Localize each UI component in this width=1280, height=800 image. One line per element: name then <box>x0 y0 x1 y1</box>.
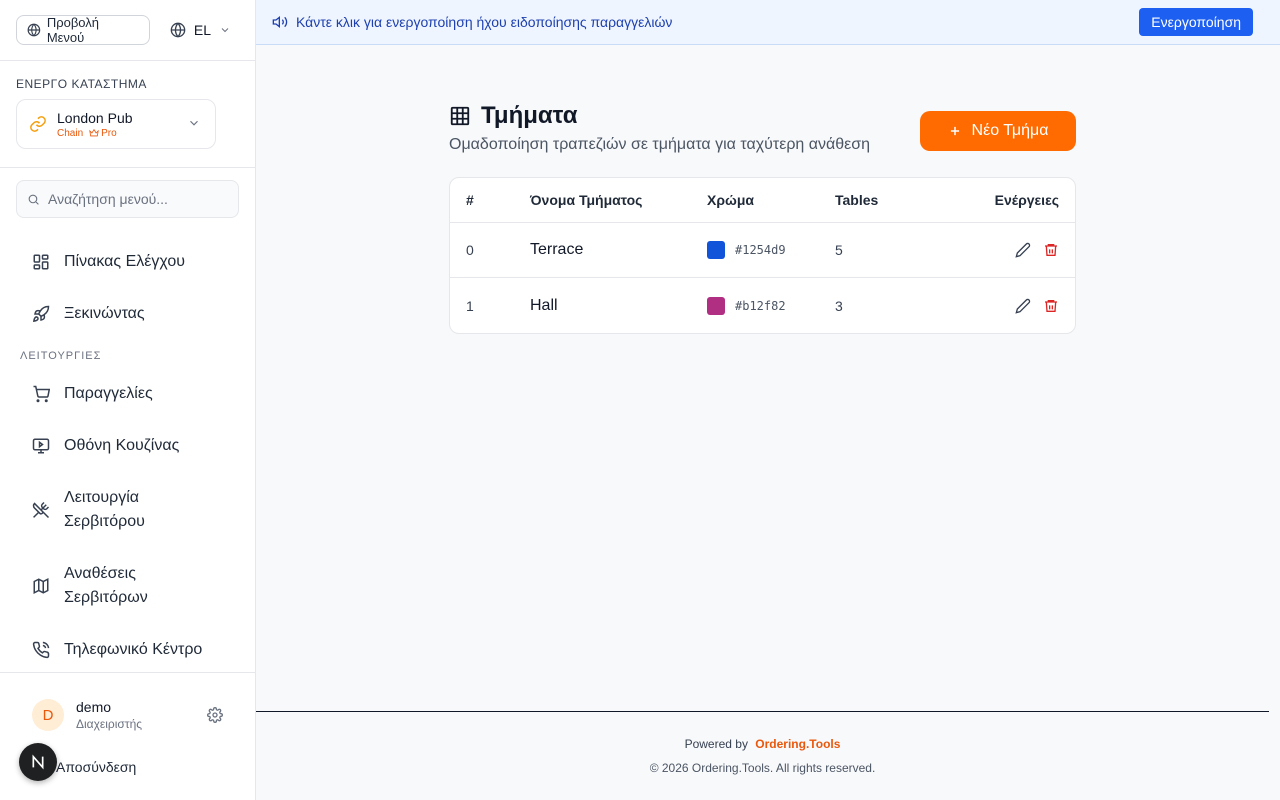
row-color: #b12f82 <box>707 296 835 315</box>
sidebar: Προβολή Μενού EL ΕΝΕΡΓΟ ΚΑΤΑΣΤΗΜΑ London… <box>0 0 256 800</box>
monitor-icon <box>32 438 50 454</box>
link-icon <box>30 116 46 132</box>
color-hex: #1254d9 <box>735 243 786 257</box>
table-row: 1 Hall #b12f82 3 <box>450 278 1075 333</box>
logout-button[interactable]: Αποσύνδεση <box>56 759 136 775</box>
menu-search <box>16 180 239 218</box>
gear-icon[interactable] <box>207 707 223 723</box>
globe-icon <box>27 23 41 37</box>
language-label: EL <box>193 22 211 38</box>
table-grid-icon <box>450 106 470 126</box>
menu-view-label: Προβολή Μενού <box>46 15 100 45</box>
sidebar-item-label: Οθόνη Κουζίνας <box>64 437 180 454</box>
store-tag-chain: Chain <box>57 127 84 139</box>
store-tag-pro: Pro <box>101 127 117 139</box>
row-name: Terrace <box>530 241 584 258</box>
store-selector[interactable]: London Pub Chain Pro <box>16 99 216 149</box>
color-hex: #b12f82 <box>735 298 786 313</box>
store-tag-pro-wrap: Pro <box>89 128 117 139</box>
nav-section-label: ΛΕΙΤΟΥΡΓΙΕΣ <box>20 350 102 362</box>
row-tables: 5 <box>835 242 843 258</box>
user-name: demo <box>76 699 112 715</box>
sidebar-item-label: Ξεκινώντας <box>64 305 145 322</box>
sidebar-item-waiter-mode[interactable]: Λειτουργία Σερβιτόρου <box>0 472 255 548</box>
powered-by-text: Powered by <box>684 737 748 751</box>
row-num: 0 <box>466 242 474 258</box>
store-name: London Pub <box>57 109 133 126</box>
header-actions: Ενέργειες <box>994 192 1059 208</box>
sidebar-item-label: Τηλεφωνικό Κέντρο <box>64 641 203 658</box>
search-input[interactable] <box>48 191 228 207</box>
sidebar-item-label: Αναθέσεις <box>64 565 136 582</box>
sidebar-item-call-center[interactable]: Τηλεφωνικό Κέντρο <box>0 624 255 676</box>
sidebar-item-label: Παραγγελίες <box>64 385 153 402</box>
store-tags: Chain Pro <box>57 128 133 139</box>
sidebar-item-orders[interactable]: Παραγγελίες <box>0 368 255 420</box>
sidebar-item-label: Σερβιτόρου <box>64 513 145 530</box>
footer-powered: Powered by Ordering.Tools <box>256 737 1269 751</box>
language-selector[interactable]: EL <box>162 15 239 45</box>
new-section-label: Νέο Τμήμα <box>971 122 1049 139</box>
header-color: Χρώμα <box>707 192 754 208</box>
dashboard-icon <box>33 254 49 270</box>
sound-notification-banner: Κάντε κλικ για ενεργοποίηση ήχου ειδοποί… <box>256 0 1280 45</box>
row-actions <box>955 242 1075 258</box>
crown-icon <box>89 128 99 137</box>
sections-table: # Όνομα Τμήματος Χρώμα Tables Ενέργειες … <box>449 177 1076 334</box>
n-logo-icon <box>32 754 44 770</box>
sidebar-item-dashboard[interactable]: Πίνακας Ελέγχου <box>0 236 255 288</box>
active-store-heading: ΕΝΕΡΓΟ ΚΑΤΑΣΤΗΜΑ <box>16 77 147 91</box>
header-tables: Tables <box>835 192 879 208</box>
table-row: 0 Terrace #1254d9 5 <box>450 223 1075 278</box>
chevron-down-icon <box>190 120 198 126</box>
phone-icon <box>32 641 50 659</box>
row-name: Hall <box>530 296 558 314</box>
banner-text[interactable]: Κάντε κλικ για ενεργοποίηση ήχου ειδοποί… <box>296 14 672 30</box>
map-icon <box>33 578 49 594</box>
avatar: D <box>32 699 64 731</box>
header-num: # <box>466 192 474 208</box>
new-section-button[interactable]: Νέο Τμήμα <box>920 111 1076 151</box>
sidebar-item-label: Πίνακας Ελέγχου <box>64 253 185 270</box>
sidebar-item-label: Σερβιτόρων <box>64 589 148 606</box>
row-actions <box>955 298 1075 314</box>
trash-icon[interactable] <box>1043 298 1059 314</box>
sidebar-top: Προβολή Μενού EL <box>0 0 255 61</box>
color-swatch <box>707 241 725 259</box>
sidebar-item-getting-started[interactable]: Ξεκινώντας <box>0 288 255 340</box>
search-icon <box>28 194 39 205</box>
sidebar-item-waiter-assignments[interactable]: Αναθέσεις Σερβιτόρων <box>0 548 255 624</box>
plus-icon <box>950 126 959 136</box>
speaker-icon <box>272 15 288 29</box>
globe-icon <box>170 22 186 38</box>
row-color: #1254d9 <box>707 241 835 259</box>
footer: Powered by Ordering.Tools © 2026 Orderin… <box>256 711 1269 800</box>
sidebar-nav: Πίνακας Ελέγχου Ξεκινώντας ΛΕΙΤΟΥΡΓΙΕΣ Π… <box>0 236 255 676</box>
active-store-section: ΕΝΕΡΓΟ ΚΑΤΑΣΤΗΜΑ London Pub Chain Pro <box>0 61 255 168</box>
sidebar-item-label: Λειτουργία <box>64 489 140 506</box>
brand-link[interactable]: Ordering.Tools <box>755 737 840 751</box>
dev-tools-badge[interactable] <box>19 743 57 781</box>
menu-view-button[interactable]: Προβολή Μενού <box>16 15 150 45</box>
cart-icon <box>33 385 50 403</box>
rocket-icon <box>32 305 50 323</box>
header-name: Όνομα Τμήματος <box>530 192 643 208</box>
utensils-crossed-icon <box>32 501 50 519</box>
sidebar-item-kitchen-display[interactable]: Οθόνη Κουζίνας <box>0 420 255 472</box>
color-swatch <box>707 296 725 315</box>
edit-pencil-icon[interactable] <box>1015 242 1031 258</box>
page-title-text: Τμήματα <box>481 102 578 129</box>
row-tables: 3 <box>835 297 843 314</box>
edit-pencil-icon[interactable] <box>1015 298 1031 314</box>
enable-sound-button[interactable]: Ενεργοποίηση <box>1139 8 1253 36</box>
user-profile: D demo Διαχειριστής <box>0 699 255 731</box>
page-header: Τμήματα Ομαδοποίηση τραπεζιών σε τμήματα… <box>449 100 1076 154</box>
row-num: 1 <box>466 297 474 314</box>
user-role: Διαχειριστής <box>76 717 143 731</box>
footer-copyright: © 2026 Ordering.Tools. All rights reserv… <box>649 761 876 775</box>
chevron-down-icon <box>221 28 229 33</box>
table-header: # Όνομα Τμήματος Χρώμα Tables Ενέργειες <box>450 178 1075 223</box>
trash-icon[interactable] <box>1043 242 1059 258</box>
